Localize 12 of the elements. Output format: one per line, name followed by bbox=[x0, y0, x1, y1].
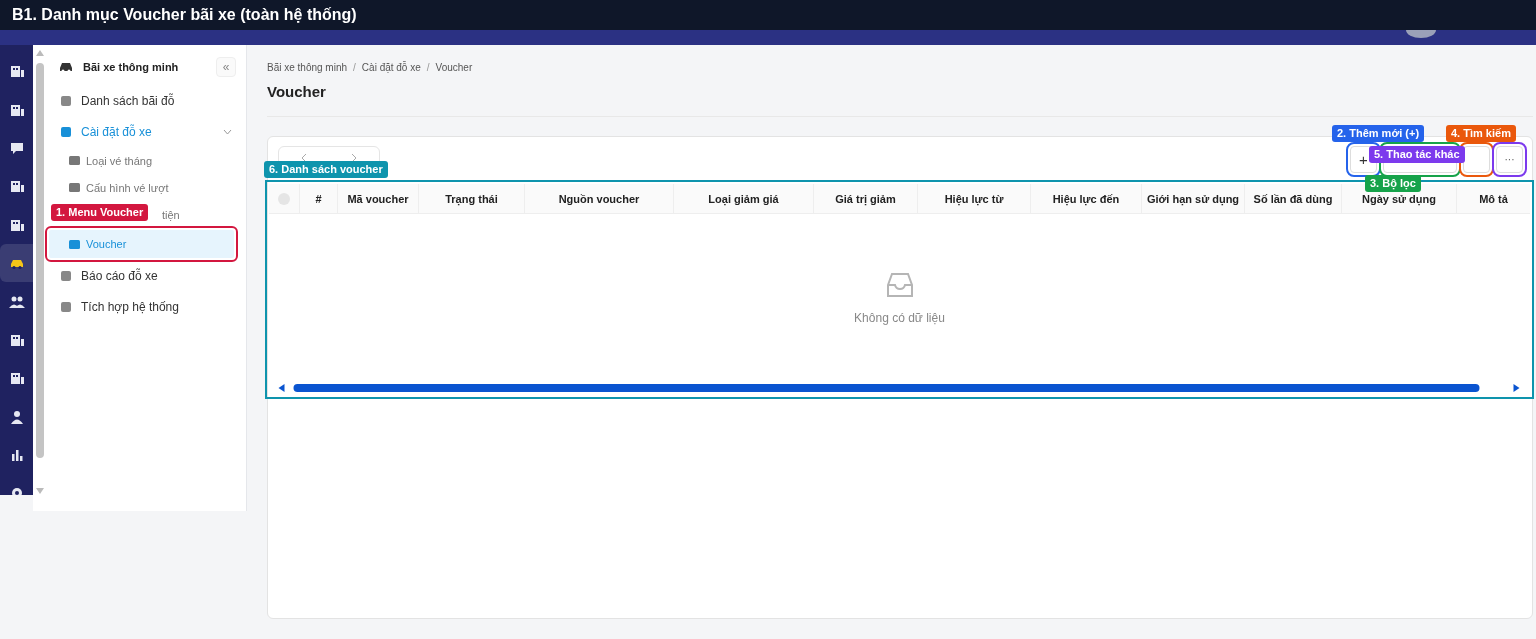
breadcrumb-separator: / bbox=[353, 61, 356, 73]
annotation-tooltip: 1. Menu Voucher bbox=[51, 204, 149, 221]
breadcrumb-separator: / bbox=[426, 61, 430, 73]
sidebar-title: Bãi xe thông minh bbox=[83, 61, 180, 73]
document-title: B1. Danh mục Voucher bãi xe (toàn hệ thống) bbox=[12, 6, 357, 24]
page-title: Voucher bbox=[267, 83, 1533, 117]
annotation-tooltip: 6. Danh sách voucher bbox=[264, 161, 388, 178]
annotation-tooltip: 4. Tìm kiếm bbox=[1446, 125, 1516, 142]
annotation-tooltip: 2. Thêm mới (+) bbox=[1332, 125, 1425, 142]
annotation-tooltip: 5. Thao tác khác bbox=[1369, 146, 1465, 163]
empty-message: Không có dữ liệu bbox=[854, 310, 945, 325]
annotation-tooltip: 3. Bộ lọc bbox=[1365, 175, 1421, 192]
